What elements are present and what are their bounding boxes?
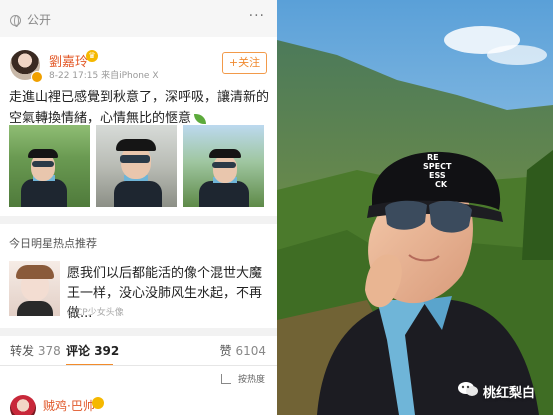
verified-badge-icon: [31, 71, 43, 83]
tab-repost-count: 378: [37, 344, 61, 358]
post-meta: 8-22 17:15 来自iPhone X: [49, 71, 159, 81]
tab-comment[interactable]: 评论 392: [66, 342, 119, 359]
post-text: 走進山裡已感覺到秋意了，深呼吸，讓清新的空氣轉換情緒，心情無比的愜意: [9, 87, 271, 129]
post-photo-3[interactable]: [183, 125, 264, 207]
selfie-image: RE SPECT ESS CK: [277, 0, 553, 415]
tab-divider: [0, 365, 277, 366]
follow-button[interactable]: +关注: [222, 52, 267, 74]
watermark-text: 桃红梨白: [482, 386, 535, 401]
tab-repost[interactable]: 转发 378: [10, 342, 61, 359]
post-card: 劉嘉玲 ♛ 8-22 17:15 来自iPhone X +关注 走進山裡已感覺到…: [0, 37, 277, 216]
recommend-source: @CP少女头像: [67, 308, 124, 318]
tab-comment-count: 392: [94, 344, 120, 358]
post-photo-1[interactable]: [9, 125, 90, 207]
tab-like-count: 6104: [235, 344, 266, 358]
more-options-icon[interactable]: ···: [249, 8, 265, 24]
cap-text-line-1: RE: [427, 153, 439, 162]
visibility-label: 公开: [27, 13, 52, 27]
globe-icon: [10, 15, 21, 27]
vip-crown-icon: ♛: [86, 50, 98, 62]
sort-by-hot[interactable]: 按热度: [238, 372, 265, 385]
cap-text-line-2: SPECT: [423, 162, 452, 171]
post-text-content: 走進山裡已感覺到秋意了，深呼吸，讓清新的空氣轉換情緒，心情無比的愜意: [9, 90, 270, 126]
watermark: 桃红梨白: [457, 382, 535, 401]
section-divider: [0, 328, 277, 336]
comment-username[interactable]: 贼鸡·巴帅: [43, 397, 95, 414]
recommend-thumbnail[interactable]: [9, 261, 60, 316]
cap-text-line-3: ESS: [429, 171, 446, 180]
cap-text-line-4: CK: [435, 180, 448, 189]
recommend-title: 今日明星热点推荐: [9, 237, 97, 250]
interaction-tabs: 转发 378 评论 392 赞 6104: [0, 336, 277, 366]
tab-like[interactable]: 赞 6104: [220, 342, 266, 359]
visibility-row: 公开 ···: [0, 0, 277, 37]
section-divider: [0, 216, 277, 224]
mountain-selfie-photo: RE SPECT ESS CK 桃红梨白: [277, 0, 553, 415]
tab-comment-label: 评论: [66, 344, 91, 358]
wechat-icon: [457, 382, 478, 396]
vip-crown-icon: [92, 397, 104, 409]
leaf-emoji-icon: [194, 113, 207, 124]
weibo-panel: 公开 ··· 劉嘉玲 ♛ 8-22 17:15 来自iPhone X +关注 走…: [0, 0, 277, 415]
post-photo-2[interactable]: [96, 125, 177, 207]
tab-repost-label: 转发: [10, 344, 35, 358]
comment-avatar[interactable]: [10, 395, 36, 415]
tab-like-label: 赞: [219, 344, 232, 358]
sort-icon[interactable]: [221, 374, 231, 384]
